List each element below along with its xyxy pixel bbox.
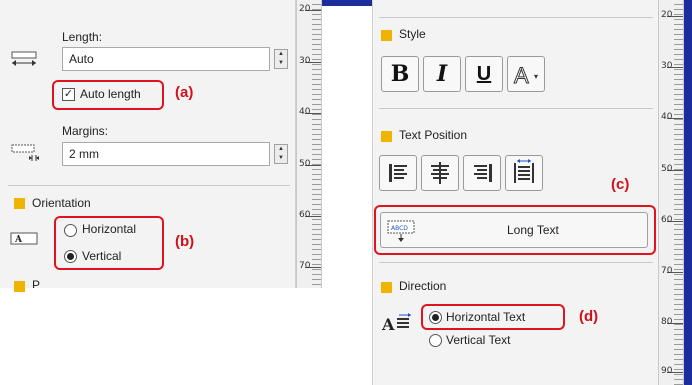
vertical-text-radio[interactable] bbox=[429, 334, 442, 347]
length-label: Length: bbox=[62, 30, 103, 44]
margins-input[interactable]: 2 mm bbox=[62, 142, 270, 166]
callout-box-c bbox=[374, 205, 656, 255]
margins-label: Margins: bbox=[62, 124, 109, 138]
align-left-icon bbox=[389, 164, 407, 182]
justify-button[interactable] bbox=[505, 155, 543, 191]
divider bbox=[379, 17, 653, 18]
orientation-section-marker bbox=[14, 198, 25, 209]
ruler-mark: 30 bbox=[299, 56, 311, 66]
text-properties-panel: Style B I U A ▾ Text Position (c) Direct… bbox=[372, 0, 658, 385]
next-section-marker bbox=[14, 281, 25, 292]
direction-title: Direction bbox=[399, 279, 447, 293]
align-left-button[interactable] bbox=[379, 155, 417, 191]
callout-label-b: (b) bbox=[175, 233, 195, 250]
callout-label-a: (a) bbox=[175, 84, 194, 101]
vertical-ruler-right: 20 30 40 50 60 70 80 90 bbox=[658, 0, 684, 385]
vertical-ruler-left: 20 30 40 50 60 70 bbox=[296, 0, 322, 288]
align-center-icon bbox=[431, 162, 449, 184]
outline-text-icon: A ▾ bbox=[514, 63, 539, 89]
divider bbox=[8, 185, 290, 186]
text-direction-icon: A bbox=[381, 313, 411, 334]
svg-text:A: A bbox=[14, 235, 23, 245]
text-position-section-marker bbox=[381, 131, 392, 142]
margins-icon bbox=[11, 144, 39, 161]
length-spinner[interactable]: ▲ ▼ bbox=[274, 49, 288, 69]
bold-button[interactable]: B bbox=[381, 56, 419, 92]
vertical-text-label: Vertical Text bbox=[446, 333, 511, 347]
callout-box-d bbox=[421, 304, 565, 330]
ruler-mark: 70 bbox=[299, 261, 311, 271]
callout-label-c: (c) bbox=[611, 176, 630, 193]
svg-text:▾: ▾ bbox=[534, 72, 538, 81]
italic-button[interactable]: I bbox=[423, 56, 461, 92]
ruler-mark: 30 bbox=[661, 61, 673, 71]
ruler-mark: 70 bbox=[661, 266, 673, 276]
ruler-mark: 60 bbox=[299, 210, 311, 220]
ruler-mark: 60 bbox=[661, 215, 673, 225]
orientation-title: Orientation bbox=[32, 196, 91, 210]
next-section-title-partial: P bbox=[32, 278, 41, 288]
divider bbox=[379, 262, 653, 263]
ruler-mark: 80 bbox=[661, 317, 673, 327]
align-right-button[interactable] bbox=[463, 155, 501, 191]
style-section-marker bbox=[381, 30, 392, 41]
orientation-icon: A bbox=[10, 232, 38, 245]
callout-box-b bbox=[54, 216, 164, 270]
length-input[interactable]: Auto bbox=[62, 47, 270, 71]
justify-icon bbox=[514, 159, 534, 183]
style-title: Style bbox=[399, 27, 426, 41]
ruler-mark: 90 bbox=[661, 366, 673, 376]
callout-label-d: (d) bbox=[579, 308, 599, 325]
align-center-button[interactable] bbox=[421, 155, 459, 191]
divider bbox=[379, 108, 653, 109]
callout-box-a bbox=[52, 80, 164, 110]
underline-button[interactable]: U bbox=[465, 56, 503, 92]
ruler-mark: 50 bbox=[661, 164, 673, 174]
label-properties-panel: Length: Auto ▲ ▼ ✓ Auto length (a) Margin… bbox=[0, 0, 296, 292]
svg-text:A: A bbox=[381, 315, 395, 334]
text-position-title: Text Position bbox=[399, 128, 468, 142]
ruler-mark: 20 bbox=[661, 10, 673, 20]
direction-section-marker bbox=[381, 282, 392, 293]
length-arrow-icon bbox=[11, 51, 37, 66]
svg-text:A: A bbox=[514, 63, 529, 88]
margins-spinner[interactable]: ▲ ▼ bbox=[274, 144, 288, 164]
ruler-mark: 50 bbox=[299, 159, 311, 169]
align-right-icon bbox=[474, 164, 492, 182]
outline-button[interactable]: A ▾ bbox=[507, 56, 545, 92]
ruler-mark: 40 bbox=[661, 112, 673, 122]
ruler-mark: 20 bbox=[299, 4, 311, 14]
ruler-mark: 40 bbox=[299, 107, 311, 117]
